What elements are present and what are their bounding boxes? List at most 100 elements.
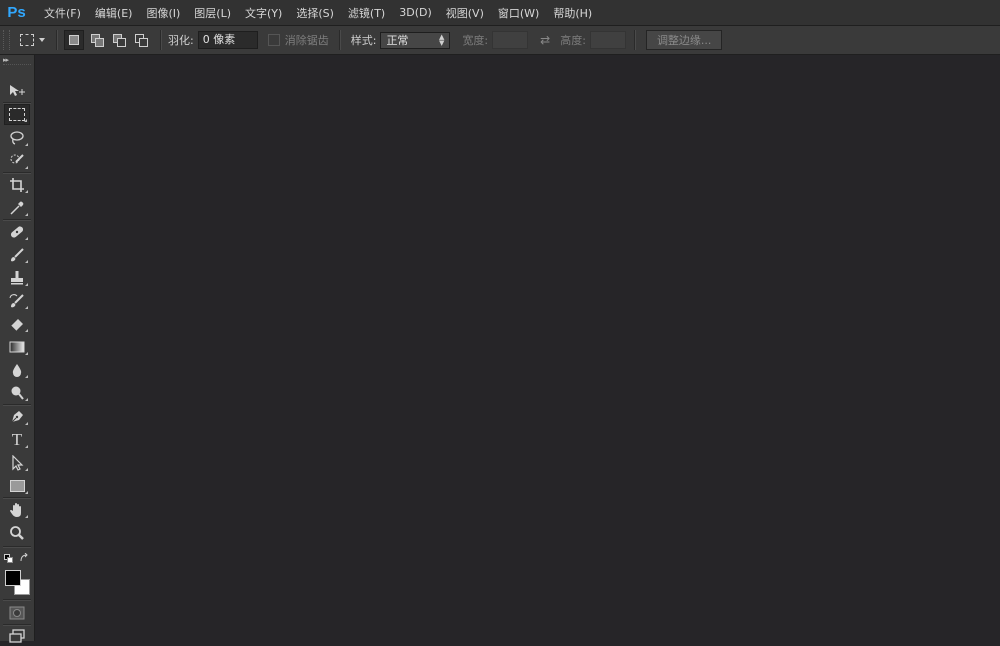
feather-input[interactable]: 0 像素 [197,31,258,49]
zoom-tool[interactable] [4,522,30,543]
chevron-down-icon [39,38,45,42]
panel-grip[interactable] [3,64,31,73]
move-tool[interactable] [4,80,30,101]
marquee-icon [9,108,25,121]
width-input[interactable] [492,31,529,49]
rectangle-tool[interactable] [4,475,30,496]
intersect-selection-button[interactable] [132,31,150,49]
screen-mode-button[interactable] [4,625,30,646]
bandage-icon [10,225,24,238]
submenu-indicator-icon [25,260,28,263]
menu-image[interactable]: 图像(I) [139,5,187,21]
options-bar-grip[interactable] [3,30,10,50]
submenu-indicator-icon [25,166,28,169]
foreground-color-swatch[interactable] [5,570,21,586]
screen-mode-icon [9,628,25,643]
submenu-indicator-icon [25,445,28,448]
eraser-tool[interactable] [4,313,30,334]
spot-healing-brush-tool[interactable] [4,221,30,242]
submenu-indicator-icon [25,213,28,216]
submenu-indicator-icon [25,237,28,240]
history-brush-tool[interactable] [4,290,30,311]
gradient-tool[interactable] [4,336,30,357]
menu-help[interactable]: 帮助(H) [546,5,599,21]
path-selection-tool[interactable] [4,452,30,473]
antialias-checkbox[interactable] [267,34,280,46]
marquee-preset-icon [20,34,34,46]
refine-edge-button[interactable]: 调整边缘... [645,30,723,50]
menu-select[interactable]: 选择(S) [289,5,341,21]
updown-arrows-icon: ▲ ▼ [439,33,445,47]
submenu-indicator-icon [25,283,28,286]
divider [338,30,341,50]
submenu-indicator-icon [25,398,28,401]
submenu-indicator-icon [25,491,28,494]
add-selection-icon [91,34,104,47]
style-label: 样式: [350,34,377,47]
history-brush-icon [9,293,24,307]
eyedropper-icon [10,201,24,215]
divider [633,30,636,50]
feather-label: 羽化: [168,34,194,47]
dodge-tool[interactable] [4,382,30,403]
submenu-indicator-icon [25,190,28,193]
move-icon [10,84,25,96]
tool-preset-picker[interactable] [20,34,50,46]
height-label: 高度: [560,34,586,47]
type-icon: T [11,430,23,449]
submenu-indicator-icon [24,119,27,122]
tool-divider [3,599,31,601]
menu-view[interactable]: 视图(V) [439,5,491,21]
type-tool[interactable]: T [4,429,30,450]
tool-divider [3,546,31,548]
blur-tool[interactable] [4,359,30,380]
collapse-panel-icon[interactable]: ▸▸ [0,55,34,64]
new-selection-button[interactable] [64,30,84,50]
eraser-icon [10,318,23,331]
magnifier-icon [10,525,24,540]
brush-tool[interactable] [4,244,30,265]
height-input[interactable] [589,31,626,49]
rectangular-marquee-tool[interactable] [4,104,30,125]
quick-selection-tool[interactable] [4,150,30,171]
brush-icon [11,247,24,261]
menu-file[interactable]: 文件(F) [37,5,88,21]
submenu-indicator-icon [25,468,28,471]
water-drop-icon [12,363,22,377]
menu-bar: Ps 文件(F) 编辑(E) 图像(I) 图层(L) 文字(Y) 选择(S) 滤… [0,0,1000,26]
width-label: 宽度: [462,34,489,47]
path-selection-arrow-icon [12,454,24,471]
quick-mask-mode-button[interactable] [4,602,30,623]
pen-tool[interactable] [4,406,30,427]
style-select[interactable]: 正常 ▲ ▼ [380,31,451,49]
document-workspace[interactable] [36,55,1000,641]
menu-window[interactable]: 窗口(W) [491,5,546,21]
swap-icon[interactable]: ⇄ [540,33,550,47]
options-bar: 羽化: 0 像素 消除锯齿 样式: 正常 ▲ ▼ 宽度: ⇄ 高度: 调整边缘..… [0,26,1000,55]
divider [160,30,162,50]
subtract-from-selection-button[interactable] [110,31,128,49]
quick-selection-icon [10,153,24,163]
add-to-selection-button[interactable] [88,31,106,49]
menu-3d[interactable]: 3D(D) [392,6,439,19]
submenu-indicator-icon [25,515,28,518]
photoshop-logo: Ps [7,4,26,21]
eyedropper-tool[interactable] [4,197,30,218]
antialias-label: 消除锯齿 [284,34,329,47]
hand-tool[interactable] [4,499,30,520]
pen-icon [11,410,23,422]
submenu-indicator-icon [25,143,28,146]
menu-edit[interactable]: 编辑(E) [88,5,140,21]
default-colors-icon[interactable] [4,554,13,565]
lasso-icon [10,130,24,145]
swap-colors-icon[interactable] [20,552,30,565]
crop-tool[interactable] [4,174,30,195]
dodge-icon [11,386,24,400]
menu-layer[interactable]: 图层(L) [187,5,238,21]
gradient-icon [9,341,25,352]
menu-type[interactable]: 文字(Y) [238,5,289,21]
menu-filter[interactable]: 滤镜(T) [341,5,392,21]
lasso-tool[interactable] [4,127,30,148]
clone-stamp-tool[interactable] [4,267,30,288]
submenu-indicator-icon [25,306,28,309]
